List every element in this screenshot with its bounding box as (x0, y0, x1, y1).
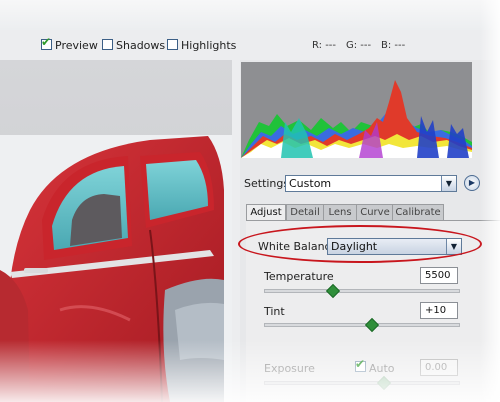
highlights-checkbox[interactable] (167, 39, 178, 50)
tint-field[interactable]: +10 (420, 302, 458, 319)
temperature-slider[interactable] (264, 283, 460, 299)
car-photo (0, 60, 232, 402)
title-strip (0, 0, 500, 30)
exposure-field[interactable]: 0.00 (420, 359, 458, 376)
exposure-slider[interactable] (264, 375, 460, 391)
shadows-checkbox[interactable] (102, 39, 113, 50)
highlights-label: Highlights (181, 39, 237, 52)
settings-menu-button[interactable]: ▶ (464, 175, 480, 191)
tab-calibrate-label: Calibrate (395, 207, 441, 218)
b-readout: B: --- (381, 40, 406, 51)
temperature-label: Temperature (264, 270, 334, 283)
panel-divider (232, 60, 240, 402)
checkmark-icon: ✔ (41, 35, 52, 49)
camera-raw-window: ✔ Preview Shadows Highlights R: --- G: -… (0, 0, 500, 402)
white-balance-highlight-oval (238, 225, 482, 263)
play-arrow-icon: ▶ (468, 178, 476, 187)
g-readout: G: --- (346, 40, 372, 51)
exposure-auto-label: Auto (369, 362, 395, 375)
exposure-label: Exposure (264, 362, 315, 375)
tab-curve[interactable]: Curve (356, 204, 394, 220)
tint-value: +10 (425, 305, 447, 316)
tab-adjust[interactable]: Adjust (246, 204, 286, 220)
temperature-value: 5500 (425, 270, 451, 281)
shadows-label: Shadows (116, 39, 166, 52)
tab-lens-label: Lens (328, 207, 352, 218)
exposure-auto-checkbox[interactable]: ✔ (355, 357, 366, 372)
settings-dropdown[interactable]: Custom ▼ (285, 175, 457, 192)
tab-calibrate[interactable]: Calibrate (392, 204, 444, 220)
preview-checkbox[interactable]: ✔ (41, 35, 52, 50)
tab-detail-label: Detail (290, 207, 320, 218)
tab-adjust-label: Adjust (250, 207, 282, 218)
tab-lens[interactable]: Lens (323, 204, 357, 220)
tab-detail[interactable]: Detail (286, 204, 324, 220)
temperature-field[interactable]: 5500 (420, 267, 458, 284)
histogram (241, 62, 472, 158)
r-readout: R: --- (312, 40, 337, 51)
tint-label: Tint (264, 305, 285, 318)
image-preview[interactable] (0, 60, 232, 402)
histogram-graph (241, 62, 472, 158)
chevron-down-icon: ▼ (441, 176, 456, 191)
checkmark-icon: ✔ (355, 357, 366, 371)
settings-value: Custom (289, 177, 332, 190)
tab-curve-label: Curve (360, 207, 390, 218)
exposure-value: 0.00 (425, 362, 448, 373)
preview-label: Preview (55, 39, 98, 52)
tint-slider[interactable] (264, 317, 460, 333)
